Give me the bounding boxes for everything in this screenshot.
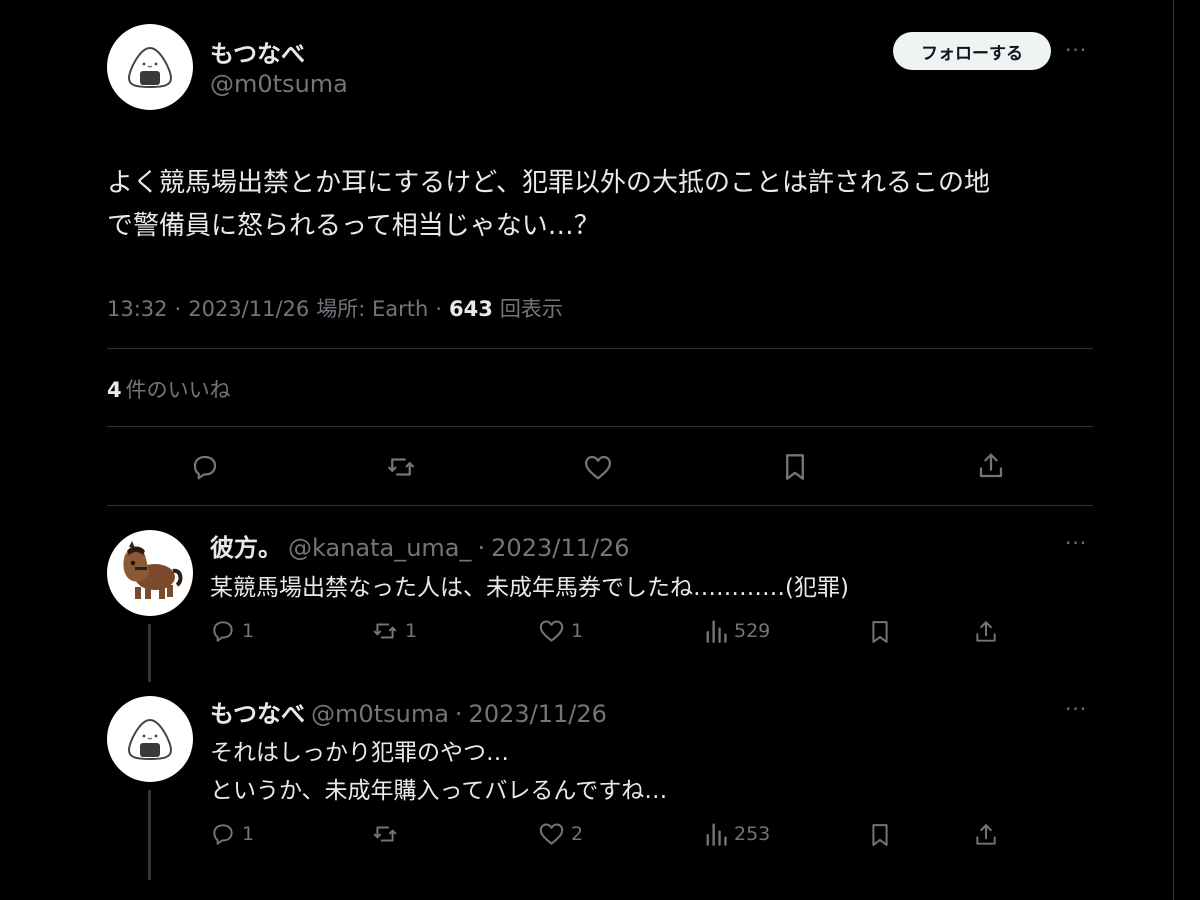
views-action[interactable]: 253 — [704, 821, 770, 847]
reply-text: 某競馬場出禁なった人は、未成年馬券でしたね…………(犯罪) — [210, 575, 849, 601]
likes-label: 件のいいね — [125, 378, 231, 402]
reply-display-name[interactable]: 彼方。 — [210, 528, 282, 563]
tweet-time[interactable]: 13:32 — [107, 297, 168, 321]
like-count: 1 — [571, 619, 584, 642]
bookmark-icon[interactable] — [776, 450, 814, 484]
reply-date[interactable]: 2023/11/26 — [491, 534, 629, 562]
reply-text-line: それはしっかり犯罪のやつ… — [210, 740, 509, 766]
horse-avatar-icon — [123, 541, 183, 599]
reply-avatar[interactable] — [107, 530, 193, 616]
reply-display-name[interactable]: もつなべ — [210, 694, 305, 729]
like-count: 2 — [571, 822, 584, 845]
reply-count: 1 — [242, 823, 255, 845]
reply-header: 彼方。 @kanata_uma_ · 2023/11/26 — [210, 528, 629, 563]
more-options-icon[interactable]: ··· — [1065, 697, 1087, 721]
meta-separator: · — [174, 297, 182, 321]
bookmark-icon[interactable] — [866, 820, 894, 850]
tweet-text-line: よく競馬場出禁とか耳にするけど、犯罪以外の大抵のことは許されるこの地 — [107, 168, 990, 198]
views-count: 643 — [449, 297, 493, 321]
follow-button[interactable]: フォローする — [893, 32, 1051, 70]
meta-separator: · — [454, 700, 463, 728]
retweet-icon — [373, 826, 397, 842]
divider — [107, 426, 1093, 427]
views-action[interactable]: 529 — [704, 618, 770, 644]
reply-handle[interactable]: @m0tsuma — [311, 700, 449, 728]
reply-icon[interactable] — [186, 450, 224, 484]
retweet-action[interactable] — [371, 821, 405, 847]
like-icon — [539, 823, 564, 845]
reply-date[interactable]: 2023/11/26 — [469, 700, 607, 728]
views-label: 回表示 — [499, 297, 563, 321]
author-handle[interactable]: @m0tsuma — [210, 70, 348, 98]
avatar[interactable] — [107, 24, 193, 110]
view-count: 529 — [734, 620, 771, 642]
meta-separator: · — [477, 534, 486, 562]
divider — [107, 348, 1093, 349]
retweet-action[interactable]: 1 — [371, 618, 417, 644]
analytics-icon — [706, 823, 727, 846]
tweet-meta: 13:32 · 2023/11/26 場所: Earth · 643 回表示 — [107, 293, 563, 323]
retweet-count: 1 — [405, 620, 418, 642]
thread-line — [148, 790, 151, 880]
tweet-text: よく競馬場出禁とか耳にするけど、犯罪以外の大抵のことは許されるこの地 で警備員に… — [107, 162, 1097, 248]
reply-action[interactable]: 1 — [210, 821, 254, 847]
share-icon[interactable] — [971, 617, 1001, 647]
likes-link[interactable]: 4 件のいいね — [107, 374, 231, 404]
view-count: 253 — [734, 823, 771, 845]
right-column-border — [1173, 0, 1174, 900]
reply-avatar[interactable] — [107, 696, 193, 782]
more-options-icon[interactable]: ··· — [1065, 531, 1087, 555]
tweet-date[interactable]: 2023/11/26 — [188, 297, 309, 321]
meta-separator: · — [435, 297, 443, 321]
like-action[interactable]: 1 — [538, 618, 583, 643]
retweet-icon[interactable] — [382, 450, 420, 484]
reply-handle[interactable]: @kanata_uma_ — [288, 534, 472, 562]
divider — [107, 505, 1093, 506]
onigiri-avatar-icon — [127, 718, 173, 761]
tweet-location: 場所: Earth — [316, 297, 429, 321]
onigiri-avatar-icon — [127, 46, 173, 89]
author-display-name[interactable]: もつなべ — [210, 34, 305, 69]
share-icon[interactable] — [971, 820, 1001, 850]
more-options-icon[interactable]: ··· — [1065, 38, 1087, 62]
like-icon[interactable] — [579, 450, 617, 484]
bookmark-icon[interactable] — [866, 617, 894, 647]
thread-line — [148, 624, 151, 682]
reply-action[interactable]: 1 — [210, 618, 254, 644]
reply-header: もつなべ @m0tsuma · 2023/11/26 — [210, 694, 607, 729]
like-action[interactable]: 2 — [538, 821, 583, 846]
reply-count: 1 — [242, 620, 255, 642]
reply-icon — [213, 621, 233, 642]
analytics-icon — [706, 620, 727, 643]
tweet-text-line: で警備員に怒られるって相当じゃない…？ — [107, 211, 600, 241]
reply-icon — [213, 824, 233, 845]
reply-text-line: というか、未成年購入ってバレるんですね… — [210, 778, 668, 804]
likes-count: 4 — [107, 378, 122, 402]
retweet-icon — [373, 623, 397, 639]
like-icon — [539, 620, 564, 642]
reply-text: それはしっかり犯罪のやつ… というか、未成年購入ってバレるんですね… — [210, 734, 667, 810]
share-icon[interactable] — [972, 449, 1010, 483]
